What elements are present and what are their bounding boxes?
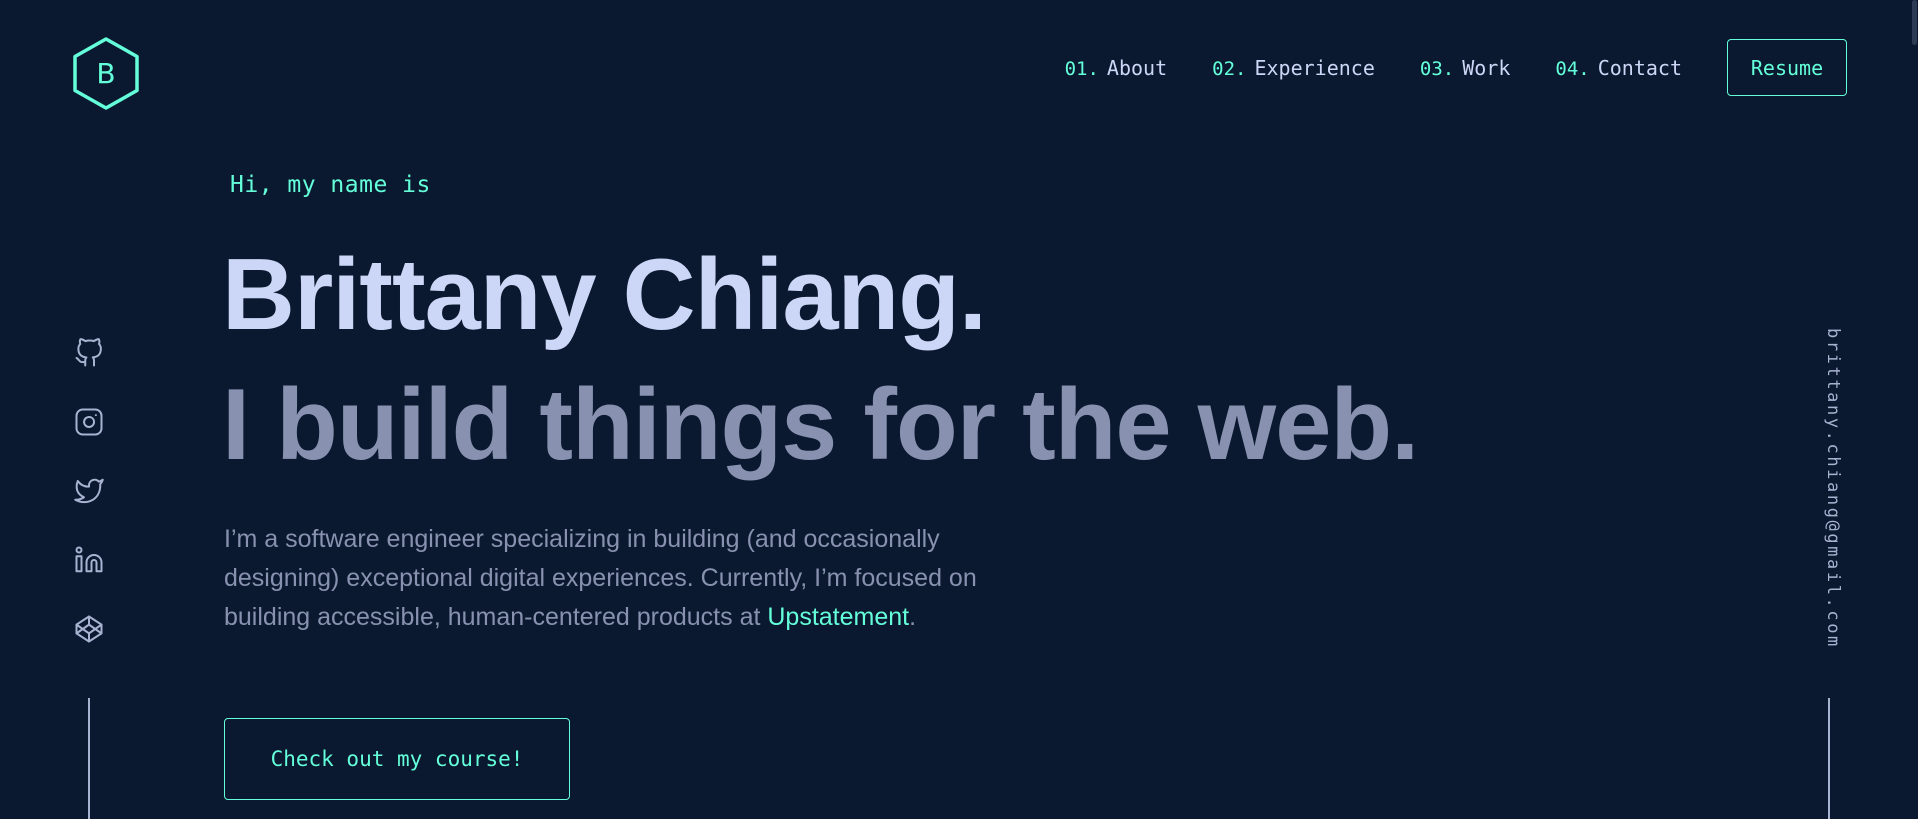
social-sidebar [72, 336, 106, 681]
instagram-link[interactable] [72, 405, 106, 439]
social-divider-line [88, 698, 90, 819]
email-link[interactable]: brittany.chiang@gmail.com [1813, 328, 1843, 653]
resume-button[interactable]: Resume [1727, 39, 1847, 96]
nav-label: About [1106, 55, 1168, 80]
github-link[interactable] [72, 336, 106, 370]
nav-number: 01. [1064, 57, 1099, 80]
instagram-icon [75, 408, 103, 436]
upstatement-link[interactable]: Upstatement [767, 603, 909, 631]
logo-letter: B [96, 57, 116, 90]
github-icon [75, 338, 102, 367]
hero-name: Brittany Chiang. [222, 239, 987, 351]
hero-intro: I’m a software engineer specializing in … [224, 520, 1024, 637]
nav-number: 02. [1212, 57, 1247, 80]
logo-link[interactable]: B [71, 36, 141, 111]
codepen-icon [75, 615, 103, 643]
hero-tagline: I build things for the web. [222, 369, 1419, 481]
email-divider-line [1828, 698, 1830, 819]
intro-text-end: . [909, 603, 917, 631]
nav-label: Experience [1254, 55, 1375, 80]
nav-number: 03. [1419, 57, 1455, 80]
nav-item-about[interactable]: 01. About [1065, 56, 1168, 80]
nav-number: 04. [1555, 57, 1590, 80]
twitter-icon [74, 478, 104, 504]
nav-label: Work [1462, 55, 1511, 80]
hero-greeting: Hi, my name is [230, 172, 431, 198]
scrollbar-thumb[interactable] [1912, 0, 1917, 45]
linkedin-icon [75, 546, 103, 573]
nav-item-experience[interactable]: 02. Experience [1212, 56, 1375, 80]
linkedin-link[interactable] [72, 543, 106, 577]
nav-item-contact[interactable]: 04. Contact [1555, 56, 1682, 80]
top-navigation: 01. About 02. Experience 03. Work 04. Co… [1065, 39, 1847, 96]
twitter-link[interactable] [72, 474, 106, 508]
nav-label: Contact [1597, 55, 1682, 80]
nav-item-work[interactable]: 03. Work [1420, 56, 1511, 80]
course-button[interactable]: Check out my course! [224, 718, 570, 800]
scrollbar-track[interactable] [1910, 0, 1918, 819]
codepen-link[interactable] [72, 612, 106, 646]
